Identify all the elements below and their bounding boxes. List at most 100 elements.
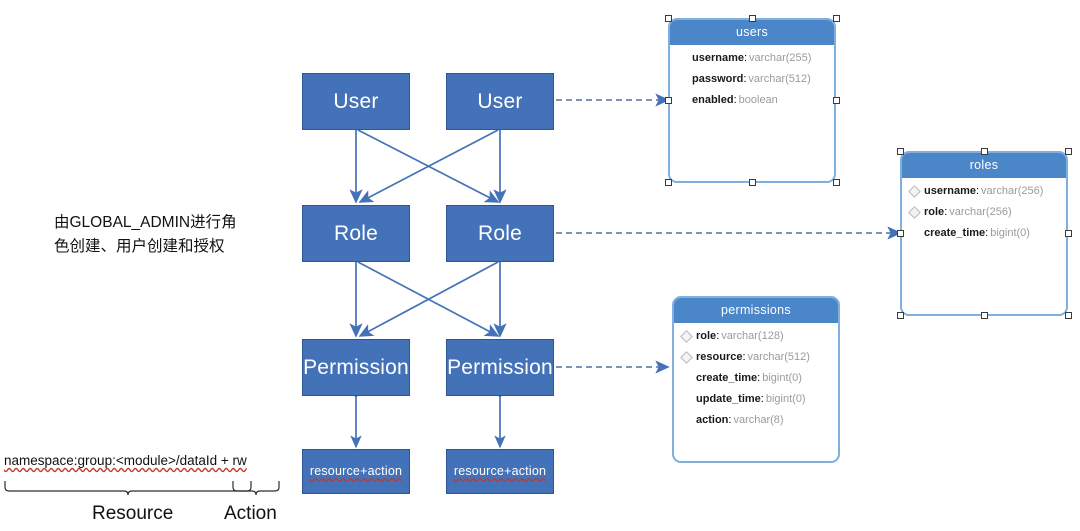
selection-handle-n[interactable] [981,148,988,155]
key-icon [680,351,693,364]
selection-handle-w[interactable] [665,97,672,104]
field-name: enabled [692,94,734,106]
er-field-row: resource: varchar(512) [680,351,832,364]
key-icon [676,94,689,107]
field-name: password [692,73,744,85]
key-icon [676,52,689,65]
selection-handle-se[interactable] [1065,312,1072,319]
field-type: varchar(256) [949,206,1012,218]
er-field-row: create_time: bigint(0) [682,373,832,384]
er-field-row: role: varchar(128) [680,330,832,343]
field-name: username [924,185,976,197]
flow-box-user-left[interactable]: User [302,73,410,130]
er-field-row: create_time: bigint(0) [910,228,1060,239]
resource-brace [4,481,252,496]
key-icon [908,185,921,198]
selection-handle-se[interactable] [833,179,840,186]
flow-box-role-right[interactable]: Role [446,205,554,262]
field-type: bigint(0) [765,393,806,405]
er-table-title: roles [902,153,1066,178]
field-type: bigint(0) [762,372,802,384]
er-field-row: username: varchar(255) [678,53,828,64]
field-name: update_time [696,393,761,405]
field-name: resource [696,351,743,363]
selection-handle-s[interactable] [981,312,988,319]
field-colon: : [757,372,761,384]
selection-handle-ne[interactable] [1065,148,1072,155]
action-brace [232,481,280,496]
field-name: username [692,52,744,64]
flow-box-label: User [333,90,379,113]
selection-handle-nw[interactable] [897,148,904,155]
action-caption: Action [224,503,277,524]
selection-handle-nw[interactable] [665,15,672,22]
field-colon: : [716,330,720,342]
field-colon: : [728,414,732,426]
field-colon: : [760,393,764,405]
key-icon [908,206,921,219]
diagram-canvas: User User Role Role Permission Permissio… [0,0,1080,531]
selection-handle-n[interactable] [749,15,756,22]
field-name: role [696,330,717,342]
field-colon: : [975,185,980,197]
er-table-users[interactable]: users username: varchar(255) password: v… [668,18,836,183]
er-field-row: enabled: boolean [678,95,828,106]
key-icon [908,227,921,240]
key-icon [676,73,689,86]
er-field-row: username: varchar(256) [908,185,1060,198]
er-field-row: role: varchar(256) [908,206,1060,219]
er-table-title: permissions [674,298,838,323]
field-colon: : [985,227,989,239]
flow-box-label: User [477,90,523,113]
selection-handle-w[interactable] [897,230,904,237]
flow-box-role-left[interactable]: Role [302,205,410,262]
field-type: varchar(128) [721,330,784,342]
er-field-row: update_time: bigint(0) [682,394,832,405]
field-colon: : [743,52,748,64]
flow-box-label: Permission [447,356,553,379]
selection-handle-s[interactable] [749,179,756,186]
field-type: varchar(255) [749,52,812,64]
selection-handle-e[interactable] [833,97,840,104]
field-type: varchar(8) [733,414,784,426]
key-icon [680,372,693,385]
er-field-row: action: varchar(8) [682,415,832,426]
field-type: varchar(512) [748,73,811,85]
field-name: role [924,206,945,218]
flow-box-label: resource+action [309,464,403,479]
flow-box-label: Role [478,222,522,245]
flow-box-label: resource+action [453,464,547,479]
flow-box-label: Permission [303,356,409,379]
field-colon: : [944,206,948,218]
flow-box-permission-left[interactable]: Permission [302,339,410,396]
selection-handle-e[interactable] [1065,230,1072,237]
er-table-roles[interactable]: roles username: varchar(256) role: varch… [900,151,1068,316]
field-colon: : [742,351,746,363]
selection-handle-sw[interactable] [665,179,672,186]
field-type: varchar(512) [747,351,810,363]
key-icon [680,414,693,427]
resource-caption: Resource [92,503,174,524]
field-type: bigint(0) [990,227,1030,239]
field-name: create_time [696,372,758,384]
selection-handle-ne[interactable] [833,15,840,22]
flow-box-resource-action-right[interactable]: resource+action [446,449,554,494]
selection-handle-sw[interactable] [897,312,904,319]
key-icon [680,393,693,406]
er-table-title: users [670,20,834,45]
er-table-fields: role: varchar(128) resource: varchar(512… [674,323,838,442]
field-colon: : [733,94,737,106]
flow-box-user-right[interactable]: User [446,73,554,130]
flow-box-permission-right[interactable]: Permission [446,339,554,396]
user-to-role-arrows [349,129,507,204]
field-name: create_time [924,227,986,239]
flow-box-resource-action-left[interactable]: resource+action [302,449,410,494]
field-colon: : [743,73,747,85]
permission-to-resource-arrows [350,386,506,449]
resource-expression: namespace:group:<module>/dataId + rw [4,453,247,468]
key-icon [680,330,693,343]
er-table-fields: username: varchar(256) role: varchar(256… [902,178,1066,255]
flow-box-label: Role [334,222,378,245]
er-table-permissions[interactable]: permissions role: varchar(128) resource:… [672,296,840,463]
er-field-row: password: varchar(512) [678,74,828,85]
